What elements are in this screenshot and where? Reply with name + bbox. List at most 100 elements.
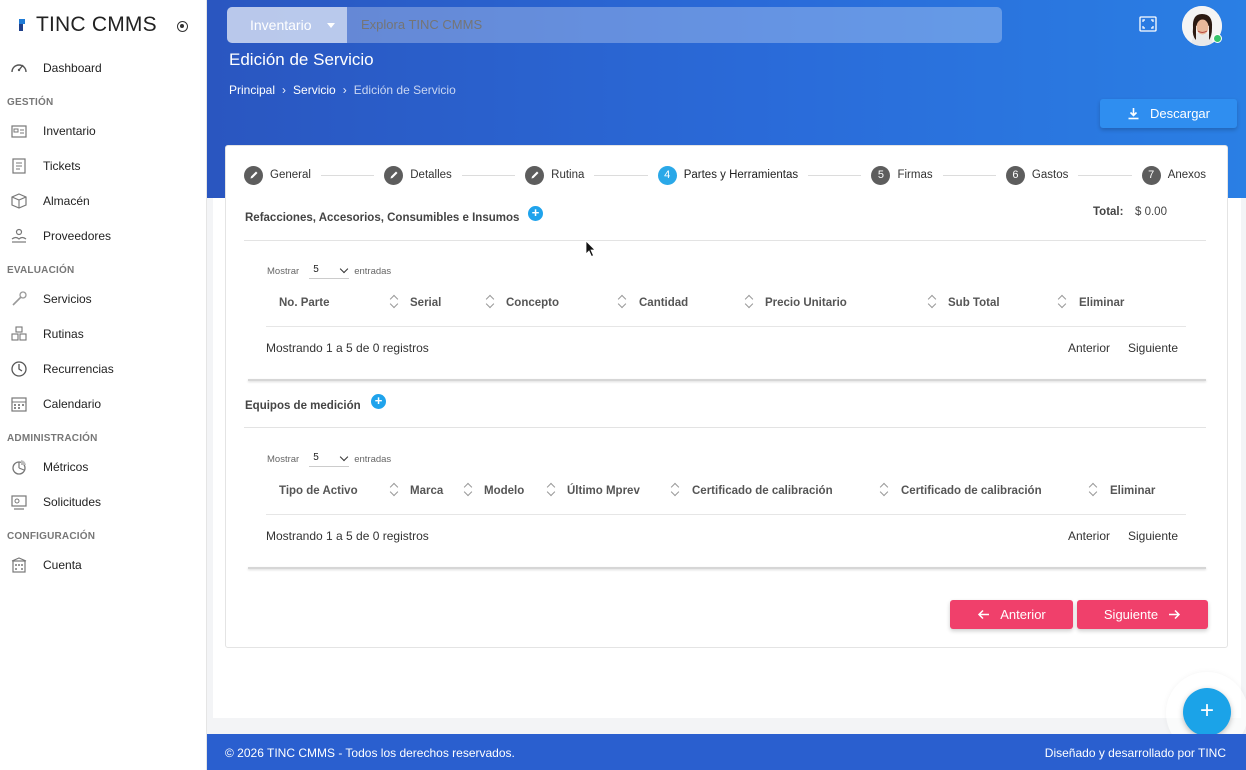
sidebar-item-recurrencias[interactable]: Recurrencias [0,351,206,386]
fullscreen-icon[interactable] [1139,16,1157,32]
step-partes-herramientas[interactable]: 4 Partes y Herramientas [657,165,798,185]
col-serial[interactable]: Serial [410,297,441,309]
sidebar-item-metricos[interactable]: Métricos [0,449,206,484]
sidebar-item-label: Proveedores [43,228,112,243]
sidebar-item-label: Dashboard [43,60,102,75]
equipment-prev-page[interactable]: Anterior [1068,529,1110,543]
mouse-cursor-icon [585,240,596,258]
section-divider [248,567,1206,569]
sort-icon[interactable] [464,483,472,497]
sidebar-item-label: Calendario [43,396,102,411]
online-status-dot [1213,34,1222,43]
sidebar-item-cuenta[interactable]: Cuenta [0,547,206,582]
sidebar-item-label: Servicios [43,291,92,306]
breadcrumb-item-principal[interactable]: Principal [229,83,275,97]
step-gastos[interactable]: 6 Gastos [1005,165,1069,185]
col-ultimo-mprev[interactable]: Último Mprev [567,485,640,497]
step-label: Gastos [1031,169,1069,181]
sort-icon[interactable] [486,295,494,309]
step-connector [1078,174,1132,176]
breadcrumb-item-servicio[interactable]: Servicio [293,83,336,97]
sidebar-item-servicios[interactable]: Servicios [0,281,206,316]
entries-label: entradas [354,265,392,277]
building-icon [10,556,28,574]
add-fab-button[interactable]: + [1183,688,1231,736]
step-rutina[interactable]: Rutina [525,165,584,185]
col-concepto[interactable]: Concepto [506,297,559,309]
records-info: Mostrando 1 a 5 de 0 registros [266,529,429,543]
step-connector [808,174,862,176]
sort-icon[interactable] [928,295,936,309]
clock-icon [10,360,28,378]
sidebar-item-label: Almacén [43,193,90,208]
download-label: Descargar [1150,106,1210,121]
col-marca[interactable]: Marca [410,485,443,497]
step-firmas[interactable]: 5 Firmas [871,165,933,185]
add-part-button[interactable]: + [528,206,543,221]
parts-prev-page[interactable]: Anterior [1068,341,1110,355]
sidebar-item-solicitudes[interactable]: Solicitudes [0,484,206,519]
sidebar-item-tickets[interactable]: Tickets [0,148,206,183]
col-eliminar[interactable]: Eliminar [1079,297,1124,309]
sort-icon[interactable] [745,295,753,309]
sidebar-item-calendario[interactable]: Calendario [0,386,206,421]
add-equipment-button[interactable]: + [371,394,386,409]
download-button[interactable]: Descargar [1100,99,1237,128]
parts-table-info: Mostrando 1 a 5 de 0 registros [266,341,1186,355]
sort-icon[interactable] [618,295,626,309]
parts-section-title: Refacciones, Accesorios, Consumibles e I… [245,212,520,224]
col-no-parte[interactable]: No. Parte [279,297,330,309]
copyright-text: © 2026 TINC CMMS - Todos los derechos re… [225,746,515,760]
step-detalles[interactable]: Detalles [384,165,452,185]
sort-icon[interactable] [1058,295,1066,309]
ticket-icon [10,157,28,175]
parts-table-header: No. Parte Serial Concepto Cantidad Preci… [266,283,1186,327]
sidebar-item-almacen[interactable]: Almacén [0,183,206,218]
step-number: 6 [1005,165,1025,185]
brand[interactable]: TINC CMMS [0,0,206,50]
col-precio-unitario[interactable]: Precio Unitario [765,297,847,309]
sort-icon[interactable] [390,483,398,497]
sort-icon[interactable] [1089,483,1097,497]
sidebar-item-dashboard[interactable]: Dashboard [0,50,206,85]
sort-icon[interactable] [671,483,679,497]
col-tipo-activo[interactable]: Tipo de Activo [279,485,358,497]
parts-next-page[interactable]: Siguiente [1128,341,1178,355]
col-sub-total[interactable]: Sub Total [948,297,1000,309]
pencil-icon [525,165,545,185]
sort-icon[interactable] [390,295,398,309]
sidebar-item-label: Tickets [43,158,81,173]
step-number: 4 [657,165,677,185]
col-modelo[interactable]: Modelo [484,485,524,497]
next-step-button[interactable]: Siguiente [1077,600,1208,629]
step-label: Detalles [410,169,452,181]
box-icon [10,192,28,210]
equipment-table-header: Tipo de Activo Marca Modelo Último Mprev… [266,471,1186,515]
sort-icon[interactable] [547,483,555,497]
search-scope-select[interactable]: Inventario [227,7,347,43]
sidebar-item-rutinas[interactable]: Rutinas [0,316,206,351]
previous-step-button[interactable]: Anterior [950,600,1073,629]
brand-title: TINC CMMS [36,13,157,36]
page-length-select[interactable]: 5 [309,263,350,279]
col-eliminar[interactable]: Eliminar [1110,485,1155,497]
search-input[interactable] [361,7,961,43]
equipment-next-page[interactable]: Siguiente [1128,529,1178,543]
col-certificado-1[interactable]: Certificado de calibración [692,485,833,497]
sidebar-item-proveedores[interactable]: Proveedores [0,218,206,253]
step-general[interactable]: General [244,165,311,185]
sidebar-toggle-icon[interactable] [177,21,188,32]
breadcrumb-separator: › [342,83,347,97]
page-length-select[interactable]: 5 [309,451,350,467]
arrow-left-icon [978,609,990,620]
sidebar-item-inventario[interactable]: Inventario [0,113,206,148]
previous-step-label: Anterior [1000,607,1046,622]
plus-icon: + [531,205,540,220]
pencil-icon [384,165,404,185]
sort-icon[interactable] [880,483,888,497]
step-anexos[interactable]: 7 Anexos [1141,165,1206,185]
pie-chart-icon [10,458,28,476]
section-evaluacion: EVALUACIÓN [7,265,75,276]
col-certificado-2[interactable]: Certificado de calibración [901,485,1042,497]
col-cantidad[interactable]: Cantidad [639,297,688,309]
